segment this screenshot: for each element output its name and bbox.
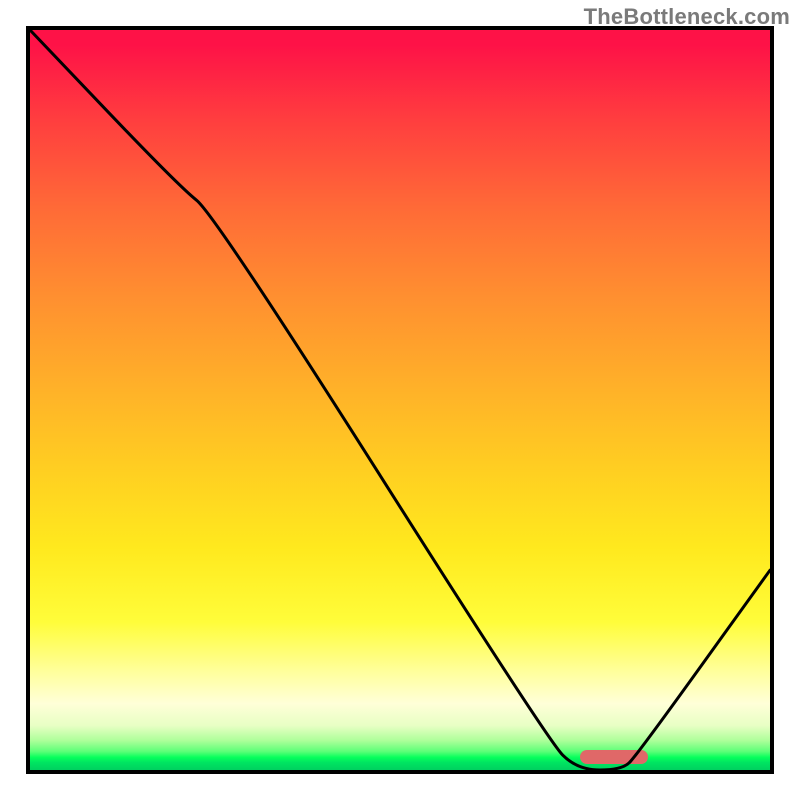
- chart-canvas: TheBottleneck.com: [0, 0, 800, 800]
- bottleneck-curve: [30, 30, 770, 770]
- plot-frame: [26, 26, 774, 774]
- bottleneck-curve-path: [30, 30, 770, 770]
